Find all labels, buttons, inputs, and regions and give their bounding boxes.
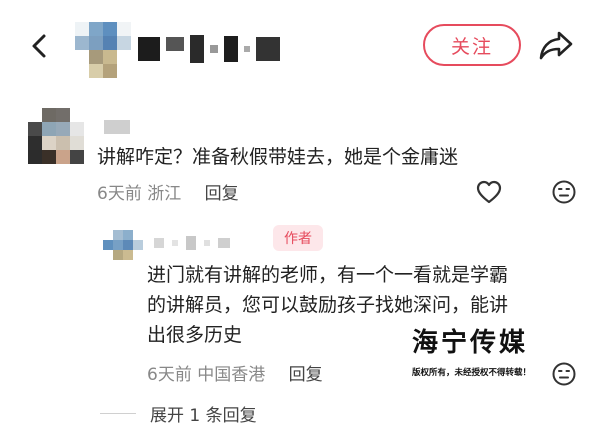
follow-button[interactable]: 关注: [423, 24, 521, 66]
reply-location: 中国香港: [197, 365, 266, 385]
reply-text-line: 进门就有讲解的老师，有一个一看就是学霸: [147, 264, 509, 286]
author-badge: 作者: [273, 225, 323, 251]
watermark-title: 海宁传媒: [412, 328, 529, 358]
top-bar: 关注: [0, 0, 600, 92]
author-name-blurred: [138, 34, 280, 64]
expand-replies-button[interactable]: 展开 1 条回复: [100, 401, 257, 426]
comment-text: 讲解咋定？准备秋假带娃去，她是个金庸迷: [97, 146, 459, 168]
watermark-subtitle: 版权所有，未经授权不得转载！: [412, 368, 532, 378]
back-arrow-icon[interactable]: [26, 32, 54, 60]
reply-time: 6天前: [147, 365, 192, 385]
author-reply-name-blurred: [154, 236, 230, 250]
comment-location: 浙江: [147, 184, 182, 204]
expand-divider: [100, 413, 136, 414]
reply-button[interactable]: 回复: [289, 365, 323, 385]
commenter-avatar[interactable]: [28, 108, 84, 164]
heart-icon[interactable]: [475, 178, 503, 206]
dislike-face-icon[interactable]: [551, 179, 577, 205]
comment-meta: 6天前 浙江 回复: [97, 179, 239, 204]
comment-time: 6天前: [97, 184, 142, 204]
reply-text-line: 的讲解员，您可以鼓励孩子找她深问，能讲: [147, 294, 509, 316]
share-icon[interactable]: [537, 26, 575, 64]
expand-replies-label: 展开 1 条回复: [150, 406, 257, 426]
commenter-name-blurred: [104, 120, 130, 134]
reply-meta: 6天前 中国香港 回复: [147, 360, 323, 385]
author-reply-avatar[interactable]: [103, 230, 143, 270]
reply-button[interactable]: 回复: [205, 184, 239, 204]
author-avatar[interactable]: [75, 22, 131, 78]
media-watermark: 海宁传媒 版权所有，未经授权不得转载！: [410, 322, 560, 384]
